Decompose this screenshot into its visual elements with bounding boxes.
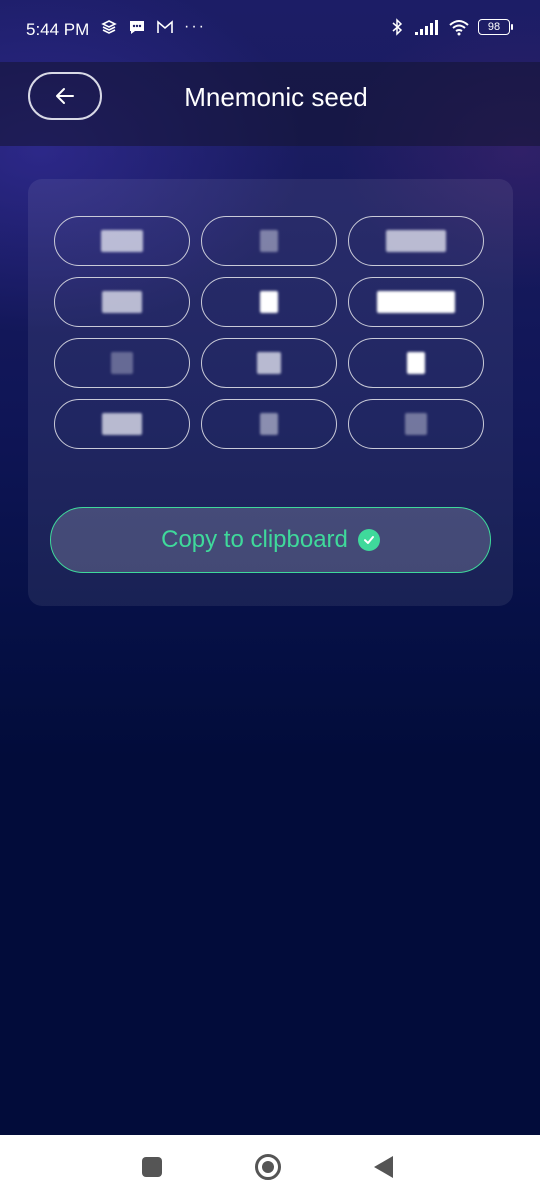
- seed-word-1[interactable]: [54, 216, 190, 266]
- system-nav-bar: [0, 1135, 540, 1200]
- seed-word-11[interactable]: [201, 399, 337, 449]
- recents-icon[interactable]: [142, 1157, 162, 1177]
- seed-word-text: [386, 230, 446, 252]
- bluetooth-icon: [392, 18, 403, 36]
- seed-word-3[interactable]: [348, 216, 484, 266]
- seed-word-text: [260, 413, 278, 435]
- seed-word-text: [260, 230, 278, 252]
- seed-word-text: [111, 352, 133, 374]
- seed-word-10[interactable]: [54, 399, 190, 449]
- seed-word-text: [101, 230, 143, 252]
- seed-word-8[interactable]: [201, 338, 337, 388]
- status-overflow-dots: ···: [184, 18, 206, 35]
- wifi-icon: [449, 20, 469, 36]
- header: Mnemonic seed: [0, 62, 540, 146]
- seed-card: Copy to clipboard: [28, 179, 513, 606]
- seed-word-12[interactable]: [348, 399, 484, 449]
- status-right-icons: 98: [388, 18, 513, 36]
- copy-label: Copy to clipboard: [161, 526, 348, 553]
- seed-word-7[interactable]: [54, 338, 190, 388]
- seed-word-text: [405, 413, 427, 435]
- message-icon: [130, 21, 144, 34]
- check-circle-icon: [357, 529, 380, 551]
- seed-word-text: [102, 291, 142, 313]
- seed-word-grid: [54, 216, 486, 449]
- seed-word-6[interactable]: [348, 277, 484, 327]
- nav-back-icon[interactable]: [374, 1156, 393, 1178]
- battery-icon: 98: [478, 19, 513, 35]
- signal-icon: [415, 20, 438, 35]
- seed-word-9[interactable]: [348, 338, 484, 388]
- status-bar: 5:44 PM ··· 98: [0, 0, 540, 62]
- seed-word-text: [260, 291, 278, 313]
- seed-word-text: [257, 352, 281, 374]
- home-icon[interactable]: [255, 1154, 281, 1180]
- seed-word-5[interactable]: [201, 277, 337, 327]
- copy-to-clipboard-button[interactable]: Copy to clipboard: [50, 507, 491, 573]
- layers-icon: [101, 20, 117, 34]
- seed-word-4[interactable]: [54, 277, 190, 327]
- seed-word-text: [377, 291, 455, 313]
- page-title: Mnemonic seed: [184, 82, 368, 112]
- status-time: 5:44 PM: [26, 20, 90, 39]
- gmail-icon: [157, 20, 173, 33]
- seed-word-text: [102, 413, 142, 435]
- mnemonic-seed-screen: 5:44 PM ··· 98 Mnemonic seed Copy to cli…: [0, 0, 540, 1200]
- status-left-icons: ···: [100, 18, 206, 36]
- seed-word-text: [407, 352, 425, 374]
- seed-word-2[interactable]: [201, 216, 337, 266]
